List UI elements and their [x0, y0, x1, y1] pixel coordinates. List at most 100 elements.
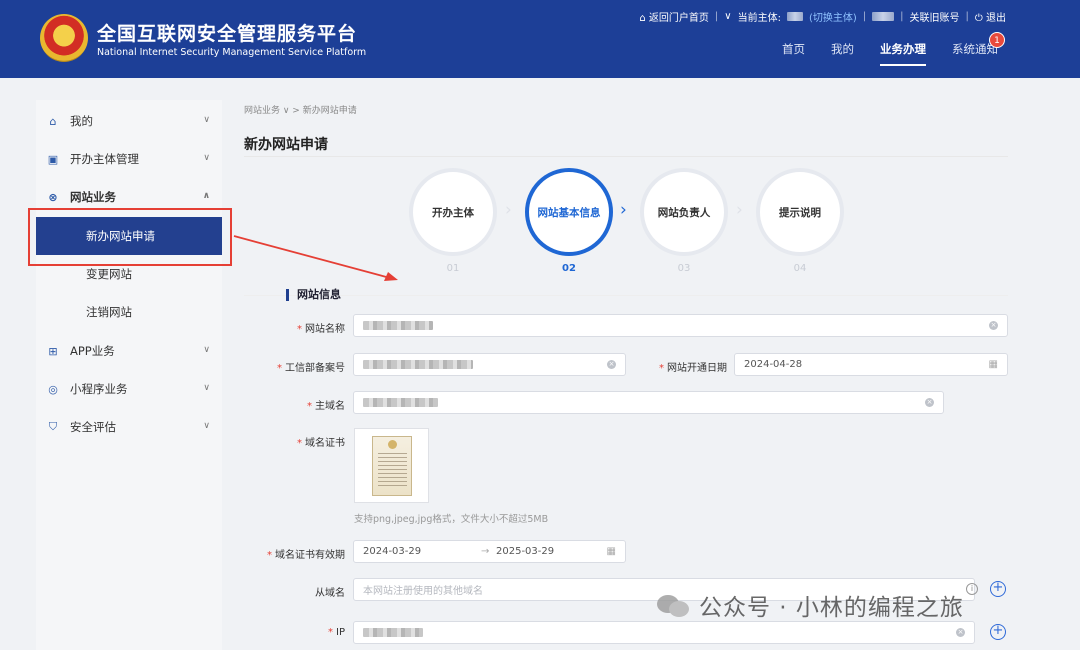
info-icon[interactable]: i	[966, 583, 978, 595]
open-date-label: * 网站开通日期	[659, 363, 727, 374]
redacted-value	[363, 321, 433, 330]
annotation-highlight-box	[28, 208, 232, 266]
main-nav: 首页 我的 业务办理 系统通知	[782, 41, 998, 66]
sidebar-item-label: 小程序业务	[70, 382, 128, 396]
validity-start: 2024-03-29	[363, 546, 422, 557]
step-number: 04	[793, 263, 807, 274]
national-emblem-logo	[40, 14, 88, 62]
ip-label: * IP	[328, 627, 345, 638]
ip-input[interactable]: ×	[353, 621, 975, 644]
nav-business[interactable]: 业务办理	[880, 41, 926, 66]
chevron-up-icon: ∧	[202, 191, 210, 201]
range-arrow: →	[481, 546, 490, 557]
redacted-entity	[786, 12, 803, 21]
home-icon: ⌂	[49, 114, 57, 128]
icp-number-input[interactable]: ×	[353, 353, 626, 376]
watermark-text: 公众号 · 小林的编程之旅	[699, 595, 964, 621]
sidebar-subitem-cancel-website[interactable]: 注销网站	[36, 293, 222, 331]
shield-icon: ⛉	[48, 420, 58, 433]
sidebar-item-entity[interactable]: ▣ 开办主体管理 ∨	[36, 140, 222, 178]
validity-end: 2025-03-29	[496, 546, 555, 557]
chevron-down-icon: ∨	[203, 345, 210, 355]
sidebar-item-label: 开办主体管理	[70, 152, 139, 166]
domain-cert-upload[interactable]	[354, 428, 429, 503]
chevron-down-icon: ∨	[203, 383, 210, 393]
top-links: ⌂ 返回门户首页 | ∨ 当前主体: (切换主体) | | 关联旧账号 | ⏻ …	[639, 9, 1006, 24]
open-date-picker[interactable]: 2024-04-28 ▦	[734, 353, 1008, 376]
sidebar-item-miniprogram[interactable]: ◎ 小程序业务 ∨	[36, 370, 222, 408]
annotation-arrow	[233, 235, 398, 281]
clear-icon[interactable]: ×	[956, 628, 965, 637]
top-header: 全国互联网安全管理服务平台 National Internet Security…	[0, 0, 1080, 78]
platform-title: 全国互联网安全管理服务平台	[97, 23, 358, 45]
sidebar-item-label: 安全评估	[70, 420, 116, 434]
sidebar-item-label: APP业务	[70, 344, 115, 358]
switch-entity-link[interactable]: (切换主体)	[809, 9, 857, 24]
page-title: 新办网站申请	[244, 137, 328, 153]
add-icon[interactable]: +	[990, 581, 1006, 597]
compass-icon: ◎	[48, 382, 58, 396]
divider	[244, 156, 1008, 157]
site-name-label: * 网站名称	[297, 324, 345, 335]
chevron-right-icon: ›	[505, 200, 512, 220]
breadcrumb: 网站业务 ∨ > 新办网站申请	[244, 106, 357, 116]
current-entity-label: 当前主体:	[737, 13, 781, 24]
redacted-value	[363, 398, 438, 407]
calendar-icon: ▦	[606, 546, 616, 557]
clear-icon[interactable]: ×	[925, 398, 934, 407]
platform-subtitle: National Internet Security Management Se…	[97, 47, 367, 58]
sidebar-item-label: 网站业务	[70, 190, 116, 204]
placeholder: 本网站注册使用的其他域名	[363, 586, 483, 597]
step-number: 01	[446, 263, 460, 274]
step-4: 提示说明	[756, 168, 844, 256]
wechat-icon	[655, 591, 693, 619]
briefcase-icon: ▣	[47, 152, 59, 166]
chevron-down-icon: ∨	[203, 153, 210, 163]
chevron-down-icon: ∨	[203, 421, 210, 431]
globe-icon: ⊗	[48, 190, 58, 204]
certificate-image	[372, 436, 412, 496]
logout-link[interactable]: ⏻ 退出	[975, 9, 1006, 24]
associate-account-link[interactable]: 关联旧账号	[910, 9, 960, 24]
step-1: 开办主体	[409, 168, 497, 256]
add-icon[interactable]: +	[990, 624, 1006, 640]
sidebar-item-app[interactable]: ⊞ APP业务 ∨	[36, 332, 222, 370]
step-number: 02	[562, 263, 576, 274]
domain-cert-label: * 域名证书	[297, 438, 345, 449]
wechat-watermark: 公众号 · 小林的编程之旅	[655, 588, 964, 622]
sidebar-item-security[interactable]: ⛉ 安全评估 ∨	[36, 408, 222, 446]
icp-number-label: * 工信部备案号	[277, 363, 345, 374]
site-name-input[interactable]: ×	[353, 314, 1008, 337]
back-to-portal-link[interactable]: ⌂ 返回门户首页	[639, 9, 709, 24]
nav-home[interactable]: 首页	[782, 41, 805, 57]
dropdown-icon[interactable]: ∨	[724, 11, 731, 22]
logout-label: 退出	[986, 13, 1006, 24]
chevron-right-icon: ›	[736, 200, 743, 220]
sub-domain-label: 从域名	[315, 588, 345, 599]
redacted-value	[363, 628, 423, 637]
power-icon: ⏻	[974, 13, 983, 24]
cert-validity-range[interactable]: 2024-03-29 → 2025-03-29 ▦	[353, 540, 626, 563]
chevron-down-icon: ∨	[203, 115, 210, 125]
main-domain-label: * 主域名	[307, 401, 345, 412]
upload-hint: 支持png,jpeg,jpg格式，文件大小不超过5MB	[354, 514, 549, 525]
notification-badge: 1	[989, 32, 1005, 48]
section-title: 网站信息	[286, 289, 341, 301]
sidebar: ⌂ 我的 ∨ ▣ 开办主体管理 ∨ ⊗ 网站业务 ∧ 新办网站申请 变更网站 注…	[36, 100, 222, 650]
step-2: 网站基本信息	[525, 168, 613, 256]
sidebar-item-mine[interactable]: ⌂ 我的 ∨	[36, 102, 222, 140]
calendar-icon: ▦	[988, 359, 998, 370]
cert-validity-label: * 域名证书有效期	[267, 550, 345, 561]
redacted-value	[363, 360, 473, 369]
nav-mine[interactable]: 我的	[831, 41, 854, 57]
open-date-value: 2024-04-28	[744, 359, 803, 370]
chevron-right-icon: ›	[620, 200, 627, 220]
section-divider	[244, 295, 1008, 296]
grid-icon: ⊞	[48, 344, 58, 358]
clear-icon[interactable]: ×	[607, 360, 616, 369]
step-3: 网站负责人	[640, 168, 728, 256]
sidebar-item-label: 我的	[70, 114, 93, 128]
redacted-user	[872, 12, 895, 21]
main-domain-input[interactable]: ×	[353, 391, 944, 414]
clear-icon[interactable]: ×	[989, 321, 998, 330]
